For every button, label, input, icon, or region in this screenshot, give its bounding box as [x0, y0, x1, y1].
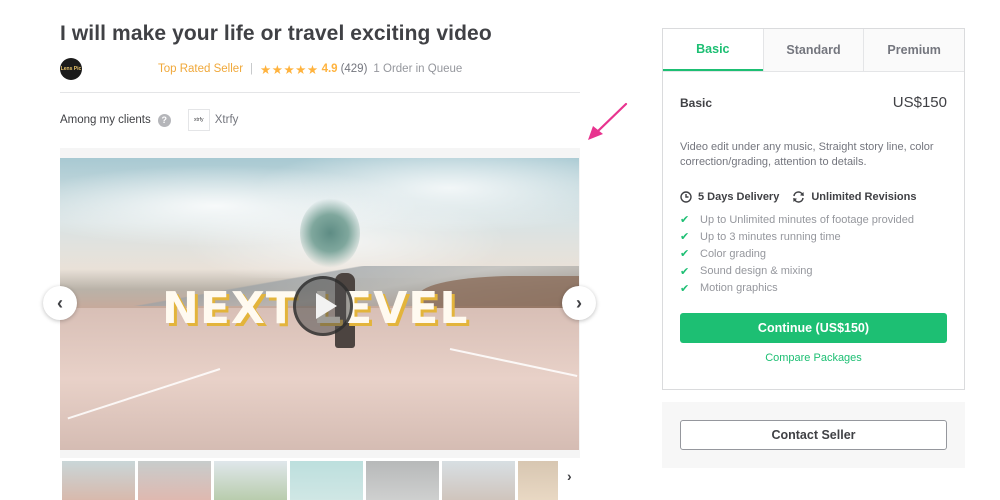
delivery-label: 5 Days Delivery	[698, 191, 780, 203]
tab-premium[interactable]: Premium	[863, 29, 965, 71]
revisions: Unlimited Revisions	[792, 191, 916, 203]
continue-button[interactable]: Continue (US$150)	[680, 312, 947, 343]
thumbnail-strip	[62, 461, 558, 500]
gallery-next-button[interactable]: ›	[562, 286, 596, 320]
package-tabs: Basic Standard Premium	[663, 29, 965, 72]
seller-level-badge: Top Rated Seller	[158, 63, 244, 75]
seller-info: Lens Pic Top Rated Seller | ★★★★★ 4.9 (4…	[60, 58, 462, 80]
thumbnails-next-icon[interactable]: ›	[567, 468, 572, 484]
feature-label: Up to 3 minutes running time	[700, 230, 841, 243]
gallery-thumbnail[interactable]	[214, 461, 287, 500]
orders-in-queue: 1 Order in Queue	[373, 63, 463, 75]
gallery-thumbnail[interactable]	[518, 461, 558, 500]
delivery-time: 5 Days Delivery	[680, 191, 779, 203]
package-price: US$150	[892, 94, 947, 111]
client-name: Xtrfy	[214, 114, 239, 126]
gallery-thumbnail[interactable]	[442, 461, 515, 500]
divider-line	[60, 92, 580, 93]
revisions-label: Unlimited Revisions	[811, 191, 917, 203]
clients-label: Among my clients	[60, 114, 151, 126]
check-icon: ✔	[680, 214, 690, 227]
divider: |	[250, 63, 254, 75]
contact-seller-button[interactable]: Contact Seller	[680, 420, 947, 450]
star-rating-icon: ★★★★★	[260, 62, 319, 77]
feature-label: Sound design & mixing	[700, 265, 813, 278]
chevron-left-icon: ‹	[57, 292, 63, 313]
feature-item: ✔ Color grading	[680, 245, 947, 262]
annotation-arrow-icon	[588, 102, 628, 140]
gallery-thumbnail[interactable]	[62, 461, 135, 500]
help-icon[interactable]: ?	[157, 113, 171, 127]
tab-standard[interactable]: Standard	[762, 29, 864, 71]
avatar-logo-text: Lens Pic	[60, 65, 82, 72]
play-icon	[315, 293, 337, 319]
rating-score: 4.9	[321, 63, 338, 75]
gallery-prev-button[interactable]: ‹	[43, 286, 77, 320]
feature-item: ✔ Motion graphics	[680, 280, 947, 297]
gallery-thumbnail[interactable]	[366, 461, 439, 500]
client-logo: xtrfy	[187, 109, 210, 131]
review-count[interactable]: (429)	[341, 63, 368, 75]
video-player[interactable]: NEXT LEVEL	[60, 158, 579, 450]
check-icon: ✔	[680, 265, 690, 278]
feature-label: Motion graphics	[700, 282, 778, 295]
feature-item: ✔ Sound design & mixing	[680, 263, 947, 280]
gallery-thumbnail[interactable]	[290, 461, 363, 500]
seller-avatar[interactable]: Lens Pic	[60, 58, 82, 80]
compare-packages-link[interactable]: Compare Packages	[663, 352, 964, 364]
feature-label: Up to Unlimited minutes of footage provi…	[700, 213, 915, 226]
check-icon: ✔	[680, 248, 690, 261]
refresh-icon	[792, 191, 805, 203]
package-description: Video edit under any music, Straight sto…	[680, 141, 934, 168]
package-card: Basic Standard Premium Basic US$150 Vide…	[662, 28, 965, 390]
clients-row: Among my clients ? xtrfy Xtrfy	[60, 108, 238, 132]
package-header: Basic US$150	[663, 94, 964, 111]
feature-list: ✔ Up to Unlimited minutes of footage prov…	[663, 211, 964, 297]
chevron-right-icon: ›	[576, 292, 582, 313]
package-meta: 5 Days Delivery Unlimited Revisions	[663, 191, 964, 203]
tab-basic[interactable]: Basic	[663, 29, 763, 71]
contact-section: Contact Seller	[662, 402, 965, 468]
check-icon: ✔	[680, 231, 690, 244]
feature-item: ✔ Up to Unlimited minutes of footage prov…	[680, 211, 947, 228]
feature-label: Color grading	[700, 247, 767, 260]
clock-icon	[680, 191, 692, 203]
play-button[interactable]	[293, 276, 353, 336]
video-smoke	[300, 198, 360, 268]
package-name: Basic	[680, 95, 713, 110]
gallery-thumbnail[interactable]	[138, 461, 211, 500]
feature-item: ✔ Up to 3 minutes running time	[680, 228, 947, 245]
gig-title: I will make your life or travel exciting…	[60, 22, 492, 45]
check-icon: ✔	[680, 282, 690, 295]
